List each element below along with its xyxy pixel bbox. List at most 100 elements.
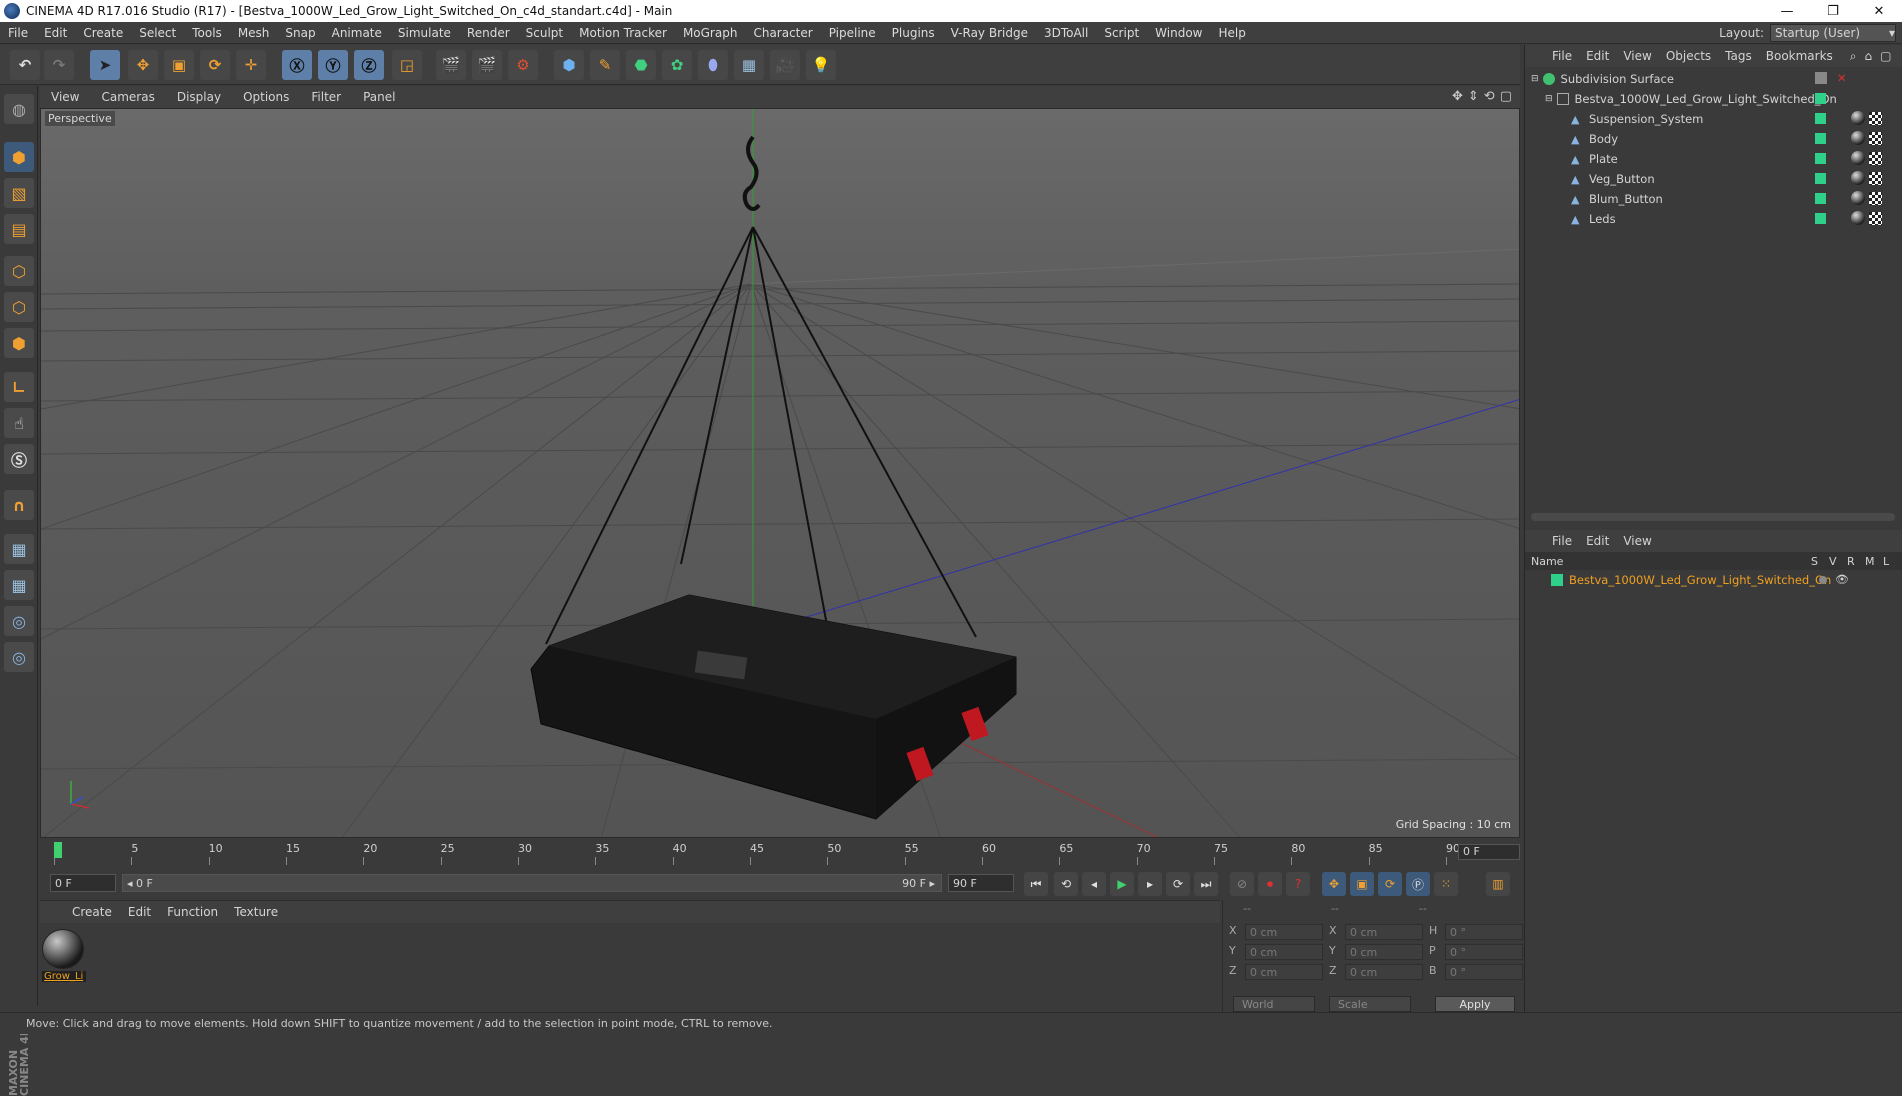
solo-toggle-icon[interactable] bbox=[1819, 576, 1827, 584]
y-axis-lock-icon[interactable]: Ⓨ bbox=[318, 50, 348, 80]
light-bulb-icon[interactable]: 💡 bbox=[806, 50, 836, 80]
rotation-b-field[interactable]: 0 ° bbox=[1445, 964, 1523, 980]
viewport-menu-options[interactable]: Options bbox=[232, 90, 300, 104]
tree-item-blum-button[interactable]: ▲ Blum_Button bbox=[1525, 189, 1902, 209]
play-icon[interactable]: ▶ bbox=[1110, 872, 1134, 896]
menu-mesh[interactable]: Mesh bbox=[230, 26, 278, 40]
frame-range-slider[interactable]: ◂ 0 F 90 F ▸ bbox=[122, 874, 942, 892]
menu-file[interactable]: File bbox=[0, 26, 36, 40]
deformer-icon[interactable]: ⬮ bbox=[698, 50, 728, 80]
previous-frame-icon[interactable]: ◂ bbox=[1082, 872, 1106, 896]
record-keys-icon[interactable]: ⊘ bbox=[1230, 872, 1254, 896]
live-transform-icon[interactable]: ✛ bbox=[236, 50, 266, 80]
minimize-button[interactable]: — bbox=[1764, 0, 1810, 22]
texture-tag-icon[interactable] bbox=[1869, 212, 1882, 225]
current-frame-field[interactable]: 0 F bbox=[1458, 844, 1520, 860]
viewport-menu-view[interactable]: View bbox=[40, 90, 90, 104]
objects-menu-file[interactable]: File bbox=[1545, 49, 1579, 63]
coordinate-space-select[interactable]: World bbox=[1233, 996, 1315, 1012]
viewport-menu-panel[interactable]: Panel bbox=[352, 90, 406, 104]
select-cursor-icon[interactable]: ➤ bbox=[90, 50, 120, 80]
material-swatch[interactable]: Grow_Li bbox=[42, 929, 86, 985]
viewport-menu-display[interactable]: Display bbox=[166, 90, 232, 104]
size-y-field[interactable]: 0 cm bbox=[1345, 944, 1423, 960]
axis-mode-icon[interactable]: ∟ bbox=[4, 372, 34, 402]
position-z-field[interactable]: 0 cm bbox=[1245, 964, 1323, 980]
tree-item-plate[interactable]: ▲ Plate bbox=[1525, 149, 1902, 169]
layers-menu-edit[interactable]: Edit bbox=[1579, 534, 1616, 548]
python-script-icon[interactable]: ◎ bbox=[4, 606, 34, 636]
tweak-mode-icon[interactable]: ☝ bbox=[4, 408, 34, 438]
close-button[interactable]: ✕ bbox=[1856, 0, 1902, 22]
3d-viewport[interactable]: Perspective Grid Spacing : 10 cm bbox=[40, 108, 1520, 838]
go-to-start-icon[interactable]: ⏮ bbox=[1024, 872, 1048, 896]
menu-animate[interactable]: Animate bbox=[324, 26, 390, 40]
snap-icon[interactable]: Ⓢ bbox=[4, 444, 34, 474]
layer-color-icon[interactable] bbox=[1815, 193, 1826, 204]
visibility-eye-icon[interactable]: 👁 bbox=[1835, 573, 1849, 586]
restore-button[interactable]: ❐ bbox=[1810, 0, 1856, 22]
coordinate-mode-select[interactable]: Scale bbox=[1329, 996, 1411, 1012]
key-rotation-icon[interactable]: ⟳ bbox=[1378, 872, 1402, 896]
layer-color-icon[interactable] bbox=[1815, 153, 1826, 164]
layers-menu-file[interactable]: File bbox=[1545, 534, 1579, 548]
layers-menu-view[interactable]: View bbox=[1616, 534, 1658, 548]
zoom-view-icon[interactable]: ⇕ bbox=[1468, 89, 1479, 104]
material-menu-function[interactable]: Function bbox=[159, 905, 226, 919]
menu-vray-bridge[interactable]: V-Ray Bridge bbox=[943, 26, 1036, 40]
pan-view-icon[interactable]: ✥ bbox=[1452, 89, 1463, 104]
tree-item-veg-button[interactable]: ▲ Veg_Button bbox=[1525, 169, 1902, 189]
end-frame-field[interactable]: 90 F bbox=[948, 874, 1014, 892]
texture-tag-icon[interactable] bbox=[1869, 152, 1882, 165]
orbit-view-icon[interactable]: ⟲ bbox=[1484, 89, 1495, 104]
cloner-icon[interactable]: ✿ bbox=[662, 50, 692, 80]
cube-primitive-icon[interactable]: ⬢ bbox=[554, 50, 584, 80]
layer-row[interactable]: Bestva_1000W_Led_Grow_Light_Switched_On … bbox=[1525, 570, 1902, 590]
texture-tag-icon[interactable] bbox=[1869, 112, 1882, 125]
material-tag-icon[interactable] bbox=[1851, 111, 1865, 125]
layout-dropdown[interactable]: Startup (User) ▾ bbox=[1770, 24, 1896, 42]
render-settings-icon[interactable]: ⚙ bbox=[508, 50, 538, 80]
collapse-icon[interactable]: ⊟ bbox=[1545, 94, 1553, 104]
make-editable-icon[interactable]: ◍ bbox=[4, 94, 34, 124]
tree-item-body[interactable]: ▲ Body bbox=[1525, 129, 1902, 149]
texture-mode-icon[interactable]: ▧ bbox=[4, 178, 34, 208]
menu-help[interactable]: Help bbox=[1210, 26, 1253, 40]
next-key-icon[interactable]: ⟳ bbox=[1166, 872, 1190, 896]
layer-color-icon[interactable] bbox=[1815, 213, 1826, 224]
menu-edit[interactable]: Edit bbox=[36, 26, 75, 40]
render-picture-viewer-icon[interactable]: 🎬 bbox=[472, 50, 502, 80]
key-pla-icon[interactable]: ⁙ bbox=[1434, 872, 1458, 896]
subdivision-generator-icon[interactable]: ⬣ bbox=[626, 50, 656, 80]
disabled-check-icon[interactable]: ✕ bbox=[1837, 71, 1847, 85]
objects-menu-tags[interactable]: Tags bbox=[1718, 49, 1759, 63]
camera-icon[interactable]: 🎥 bbox=[770, 50, 800, 80]
pen-spline-icon[interactable]: ✎ bbox=[590, 50, 620, 80]
material-tag-icon[interactable] bbox=[1851, 131, 1865, 145]
texture-tag-icon[interactable] bbox=[1869, 132, 1882, 145]
position-y-field[interactable]: 0 cm bbox=[1245, 944, 1323, 960]
objects-menu-view[interactable]: View bbox=[1616, 49, 1658, 63]
menu-sculpt[interactable]: Sculpt bbox=[518, 26, 571, 40]
material-menu-edit[interactable]: Edit bbox=[120, 905, 159, 919]
maximize-view-icon[interactable]: ▢ bbox=[1500, 89, 1512, 104]
size-z-field[interactable]: 0 cm bbox=[1345, 964, 1423, 980]
model-mode-icon[interactable]: ⬢ bbox=[4, 142, 34, 172]
menu-render[interactable]: Render bbox=[459, 26, 518, 40]
menu-3dtoall[interactable]: 3DToAll bbox=[1036, 26, 1096, 40]
go-to-end-icon[interactable]: ⏭ bbox=[1194, 872, 1218, 896]
playhead[interactable] bbox=[54, 842, 62, 858]
apply-button[interactable]: Apply bbox=[1435, 996, 1515, 1012]
position-x-field[interactable]: 0 cm bbox=[1245, 924, 1323, 940]
objects-menu-objects[interactable]: Objects bbox=[1659, 49, 1718, 63]
menu-create[interactable]: Create bbox=[75, 26, 131, 40]
viewport-menu-filter[interactable]: Filter bbox=[300, 90, 352, 104]
menu-script[interactable]: Script bbox=[1096, 26, 1147, 40]
timeline-ruler[interactable]: 051015202530354045505560657075808590 0 F bbox=[40, 840, 1520, 868]
menu-pipeline[interactable]: Pipeline bbox=[821, 26, 884, 40]
menu-character[interactable]: Character bbox=[745, 26, 820, 40]
objects-menu-edit[interactable]: Edit bbox=[1579, 49, 1616, 63]
menu-motion-tracker[interactable]: Motion Tracker bbox=[571, 26, 675, 40]
z-axis-lock-icon[interactable]: Ⓩ bbox=[354, 50, 384, 80]
material-tag-icon[interactable] bbox=[1851, 171, 1865, 185]
